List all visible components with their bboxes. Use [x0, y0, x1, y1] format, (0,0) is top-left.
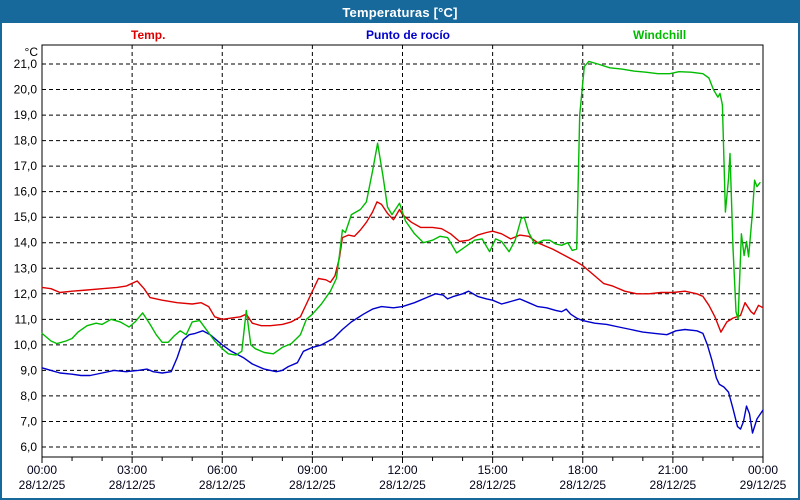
- svg-text:28/12/25: 28/12/25: [199, 478, 246, 492]
- svg-text:00:00: 00:00: [748, 463, 778, 477]
- svg-text:28/12/25: 28/12/25: [109, 478, 156, 492]
- svg-text:29/12/25: 29/12/25: [740, 478, 787, 492]
- svg-text:12,0: 12,0: [14, 287, 38, 301]
- svg-text:19,0: 19,0: [14, 108, 38, 122]
- svg-text:13,0: 13,0: [14, 261, 38, 275]
- svg-text:9,0: 9,0: [20, 363, 37, 377]
- weather-chart-window: Temperaturas [°C] Temp. Punto de rocío W…: [0, 0, 800, 500]
- svg-text:00:00: 00:00: [27, 463, 57, 477]
- svg-text:28/12/25: 28/12/25: [650, 478, 697, 492]
- svg-text:8,0: 8,0: [20, 389, 37, 403]
- svg-text:15,0: 15,0: [14, 210, 38, 224]
- svg-text:06:00: 06:00: [207, 463, 237, 477]
- svg-text:7,0: 7,0: [20, 414, 37, 428]
- svg-text:12:00: 12:00: [387, 463, 417, 477]
- svg-text:16,0: 16,0: [14, 185, 38, 199]
- svg-text:11,0: 11,0: [15, 312, 38, 326]
- svg-text:09:00: 09:00: [297, 463, 327, 477]
- svg-text:28/12/25: 28/12/25: [559, 478, 606, 492]
- svg-text:28/12/25: 28/12/25: [289, 478, 336, 492]
- svg-text:17,0: 17,0: [14, 159, 38, 173]
- svg-text:18:00: 18:00: [568, 463, 598, 477]
- svg-text:6,0: 6,0: [20, 440, 37, 454]
- svg-text:°C: °C: [25, 45, 39, 59]
- svg-text:28/12/25: 28/12/25: [379, 478, 426, 492]
- svg-text:15:00: 15:00: [478, 463, 508, 477]
- svg-text:28/12/25: 28/12/25: [469, 478, 516, 492]
- svg-text:21:00: 21:00: [658, 463, 688, 477]
- svg-text:03:00: 03:00: [117, 463, 147, 477]
- svg-text:18,0: 18,0: [14, 134, 38, 148]
- svg-text:14,0: 14,0: [14, 236, 38, 250]
- svg-text:21,0: 21,0: [14, 57, 38, 71]
- temperature-line-chart: 21,0 20,0 19,0 18,0 17,0 16,0 15,0 14,0 13,0 12,0…: [2, 2, 800, 500]
- svg-text:20,0: 20,0: [14, 83, 38, 97]
- svg-text:28/12/25: 28/12/25: [19, 478, 66, 492]
- svg-text:10,0: 10,0: [14, 338, 38, 352]
